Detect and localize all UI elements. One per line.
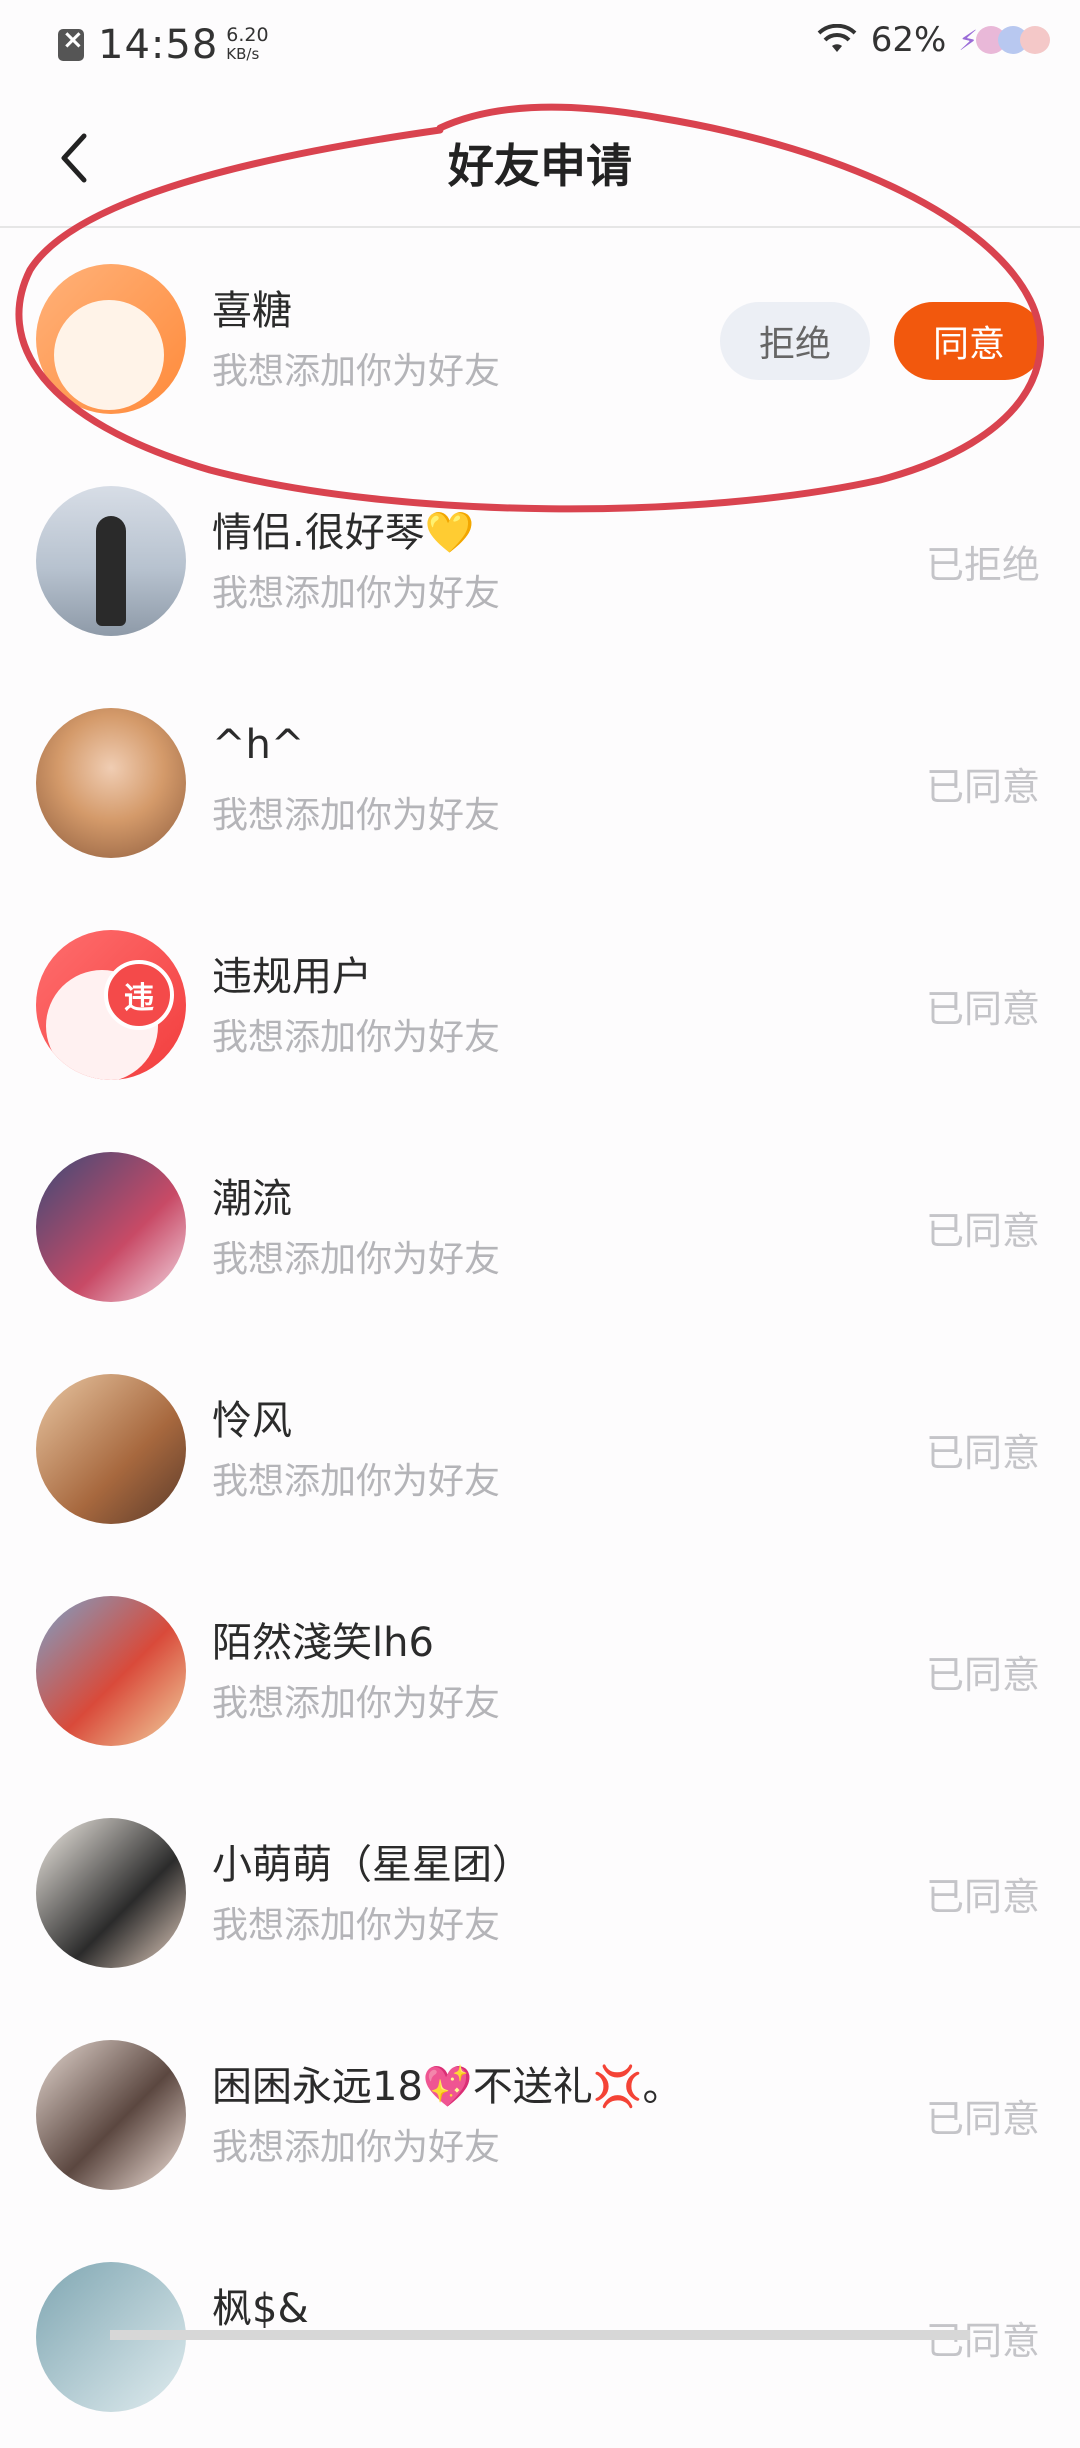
requester-name: 小萌萌（星星团）: [212, 1842, 532, 1888]
avatar[interactable]: [36, 1818, 186, 1968]
status-right: 62% ⚡: [817, 20, 1050, 60]
avatar[interactable]: [36, 708, 186, 858]
requester-name: 枫$&: [212, 2286, 309, 2332]
request-status: 已同意: [925, 1875, 1040, 1919]
request-status: 已拒绝: [925, 543, 1040, 587]
friend-request-row[interactable]: 小萌萌（星星团） 我想添加你为好友 已同意: [0, 1782, 1080, 2004]
request-status: 已同意: [925, 1653, 1040, 1697]
friend-request-list: 喜糖 我想添加你为好友 拒绝 同意 情侣.很好琴💛 我想添加你为好友 已拒绝 ^…: [0, 228, 1080, 2448]
requester-name: 困困永远18💖不送礼💢。: [212, 2064, 683, 2110]
network-speed: 6.20 KB/s: [226, 26, 268, 64]
request-status: 已同意: [925, 765, 1040, 809]
page-title: 好友申请: [448, 139, 632, 193]
requester-name: 情侣.很好琴💛: [212, 510, 475, 556]
wifi-icon: [817, 24, 857, 52]
avatar[interactable]: [36, 264, 186, 414]
requester-name: 陌然淺笑lh6: [212, 1620, 434, 1666]
request-message: 我想添加你为好友: [212, 2127, 501, 2168]
status-bar: 14:58 6.20 KB/s 62% ⚡: [0, 0, 1080, 90]
friend-request-row[interactable]: 违 违规用户 我想添加你为好友 已同意: [0, 894, 1080, 1116]
agree-button[interactable]: 同意: [894, 302, 1044, 380]
friend-request-row[interactable]: 困困永远18💖不送礼💢。 我想添加你为好友 已同意: [0, 2004, 1080, 2226]
no-sim-icon: [58, 25, 84, 61]
request-message: 我想添加你为好友: [212, 1017, 501, 1058]
friend-request-row[interactable]: 情侣.很好琴💛 我想添加你为好友 已拒绝: [0, 450, 1080, 672]
request-message: 我想添加你为好友: [212, 1239, 501, 1280]
request-message: 我想添加你为好友: [212, 573, 501, 614]
network-speed-unit: KB/s: [226, 45, 260, 63]
friend-request-row[interactable]: 潮流 我想添加你为好友 已同意: [0, 1116, 1080, 1338]
request-message: 我想添加你为好友: [212, 1683, 501, 1724]
requester-name: 喜糖: [212, 288, 292, 334]
request-message: 我想添加你为好友: [212, 1905, 501, 1946]
request-status: 已同意: [925, 1209, 1040, 1253]
friend-request-row[interactable]: ^h^ 我想添加你为好友 已同意: [0, 672, 1080, 894]
avatar[interactable]: [36, 1596, 186, 1746]
hearts-icon: [976, 26, 1050, 54]
battery-percentage: 62%: [870, 20, 947, 60]
requester-name: 违规用户: [212, 954, 372, 1000]
network-speed-value: 6.20: [226, 24, 269, 46]
requester-name: ^h^: [212, 722, 305, 768]
nav-header: 好友申请: [0, 90, 1080, 228]
avatar[interactable]: [36, 1374, 186, 1524]
request-message: 我想添加你为好友: [212, 351, 501, 392]
bottom-handle: [110, 2330, 970, 2340]
avatar[interactable]: [36, 1152, 186, 1302]
request-status: 已同意: [925, 2097, 1040, 2141]
requester-name: 潮流: [212, 1176, 292, 1222]
friend-request-row[interactable]: 怜风 我想添加你为好友 已同意: [0, 1338, 1080, 1560]
reject-button[interactable]: 拒绝: [720, 302, 870, 380]
friend-request-row[interactable]: 陌然淺笑lh6 我想添加你为好友 已同意: [0, 1560, 1080, 1782]
status-left: 14:58 6.20 KB/s: [58, 22, 269, 68]
avatar[interactable]: 违: [36, 930, 186, 1080]
clock: 14:58: [98, 22, 219, 68]
request-message: 我想添加你为好友: [212, 795, 501, 836]
request-status: 已同意: [925, 1431, 1040, 1475]
requester-name: 怜风: [212, 1398, 292, 1444]
friend-request-row[interactable]: 喜糖 我想添加你为好友 拒绝 同意: [0, 228, 1080, 450]
avatar[interactable]: [36, 486, 186, 636]
avatar[interactable]: [36, 2040, 186, 2190]
request-status: 已同意: [925, 987, 1040, 1031]
violation-badge: 违: [104, 960, 174, 1030]
request-message: 我想添加你为好友: [212, 1461, 501, 1502]
